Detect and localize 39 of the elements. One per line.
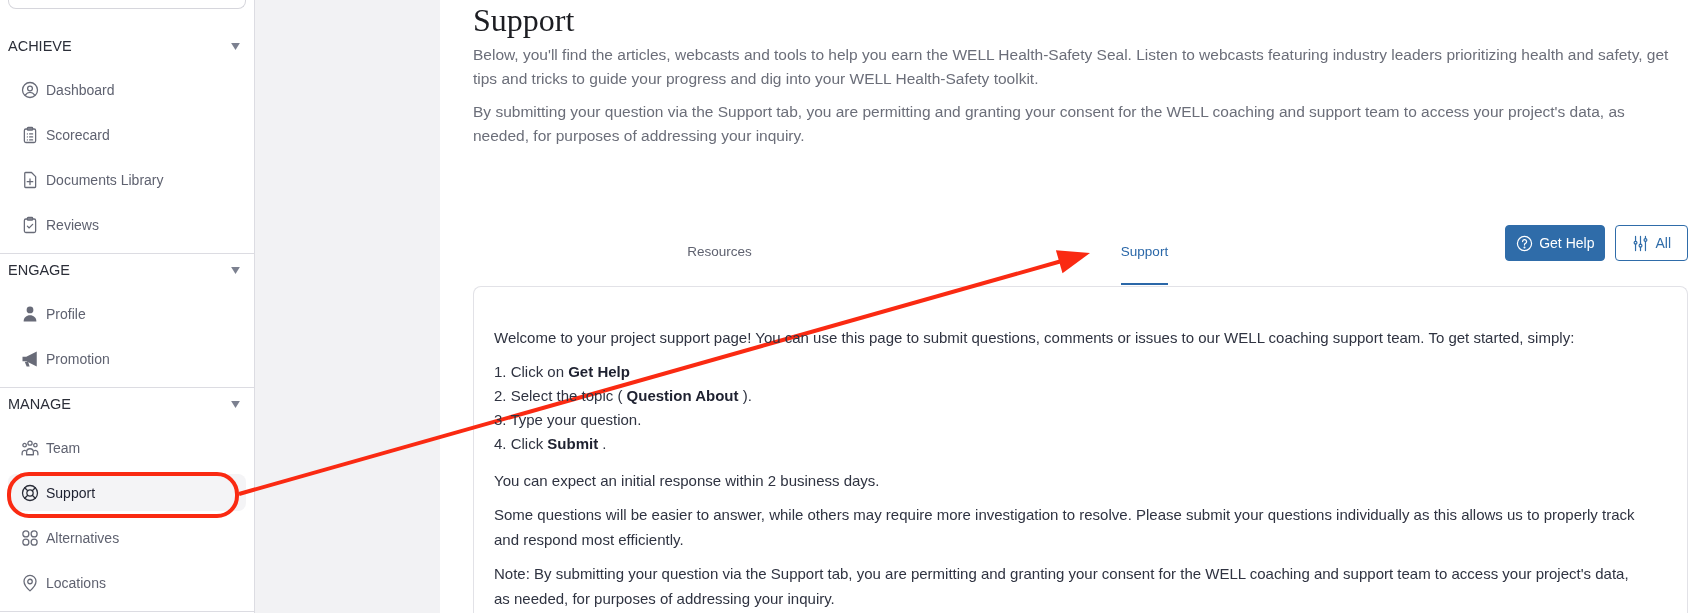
sidebar-item[interactable]: Team (8, 429, 246, 466)
input-field[interactable] (8, 0, 246, 9)
filter-button[interactable]: All (1615, 225, 1688, 261)
sidebar-item[interactable]: Support (8, 474, 246, 511)
megaphone-icon (21, 349, 39, 368)
map-pin-icon (21, 573, 39, 592)
sidebar-item[interactable]: Profile (8, 295, 246, 332)
card-paragraph: Note: By submitting your question via the Support tab, you are permitting and granting your consent for the WELL coaching and support team to access your project's data, as needed, for purposes of addressing your inquiry. (494, 564, 1630, 609)
card-paragraph: You can expect an initial response within 2 business days. (494, 471, 881, 491)
question-circle-icon (1516, 234, 1534, 252)
clipboard-check-icon (21, 215, 39, 234)
sidebar-item[interactable]: Scorecard (8, 116, 246, 153)
document-plus-icon (21, 170, 39, 189)
step-text: 1. Click on Get Help (494, 362, 631, 382)
page-title: Support (473, 2, 576, 38)
card-paragraph: Some questions will be easier to answer, while others may require more investigation to resolve. Please submit your questions individually as this allows us to properly track and respond most efficiently. (494, 505, 1636, 550)
tab[interactable]: Support (1120, 243, 1169, 285)
sidebar-item[interactable]: Documents Library (8, 161, 246, 198)
sidebar-item[interactable]: Reviews (8, 206, 246, 243)
user-circle-icon (21, 80, 39, 99)
person-icon (21, 304, 39, 323)
section-header[interactable]: MANAGE (0, 388, 254, 420)
section-header[interactable]: ENGAGE (0, 254, 254, 286)
sliders-icon (1632, 234, 1650, 252)
people-group-icon (21, 438, 39, 457)
step-text: 3. Type your question. (494, 410, 643, 430)
tab[interactable]: Resources (687, 243, 752, 285)
intro-paragraph: Below, you'll find the articles, webcasts and tools to help you earn the WELL Health-Safety Seal. Listen to webcasts featuring industry leaders prioritizing health and safety, get tips and tricks to guide your progress and dig into your WELL Health-Safety toolkit. (473, 45, 1670, 89)
sidebar-item[interactable]: Alternatives (8, 519, 246, 556)
help-button[interactable]: Get Help (1505, 225, 1606, 261)
sidebar-item[interactable]: Dashboard (8, 71, 246, 108)
section-header[interactable]: ACHIEVE (0, 30, 254, 62)
step-text: 4. Click Submit . (494, 434, 608, 454)
four-circles-icon (21, 528, 39, 547)
clipboard-list-icon (21, 125, 39, 144)
sidebar-item[interactable]: Locations (8, 564, 246, 601)
sidebar-item[interactable]: Promotion (8, 340, 246, 377)
intro-paragraph: By submitting your question via the Support tab, you are permitting and granting your consent for the WELL coaching and support team to access your project's data, as needed, for purposes of addressing your inquiry. (473, 102, 1626, 146)
lifebuoy-icon (21, 483, 39, 502)
